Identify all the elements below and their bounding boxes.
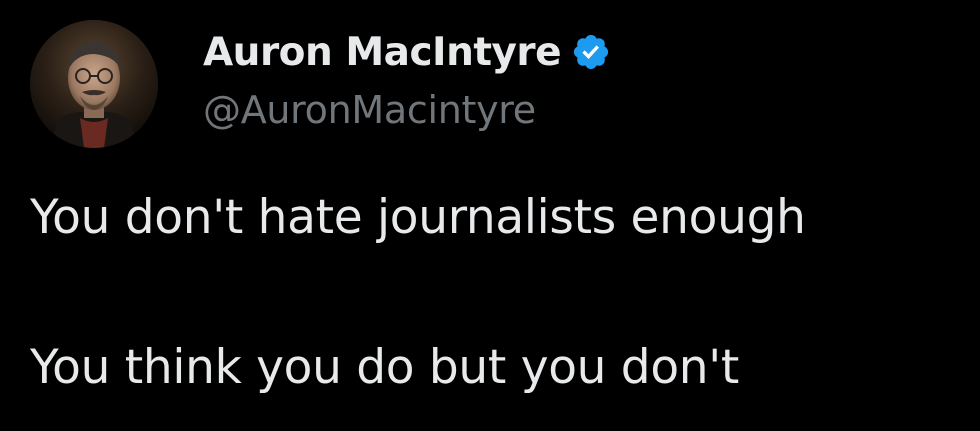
tweet-card: Auron MacIntyre @AuronMacintyre You don'… (0, 0, 980, 431)
profile-photo-icon (30, 20, 158, 148)
display-name[interactable]: Auron MacIntyre (203, 30, 562, 75)
tweet-text-line-1: You don't hate journalists enough (30, 190, 806, 245)
author-name-row: Auron MacIntyre (203, 26, 611, 78)
avatar[interactable] (30, 20, 158, 148)
verified-badge-icon (571, 32, 611, 72)
author-handle[interactable]: @AuronMacintyre (203, 88, 536, 132)
tweet-text-line-2: You think you do but you don't (30, 340, 740, 395)
